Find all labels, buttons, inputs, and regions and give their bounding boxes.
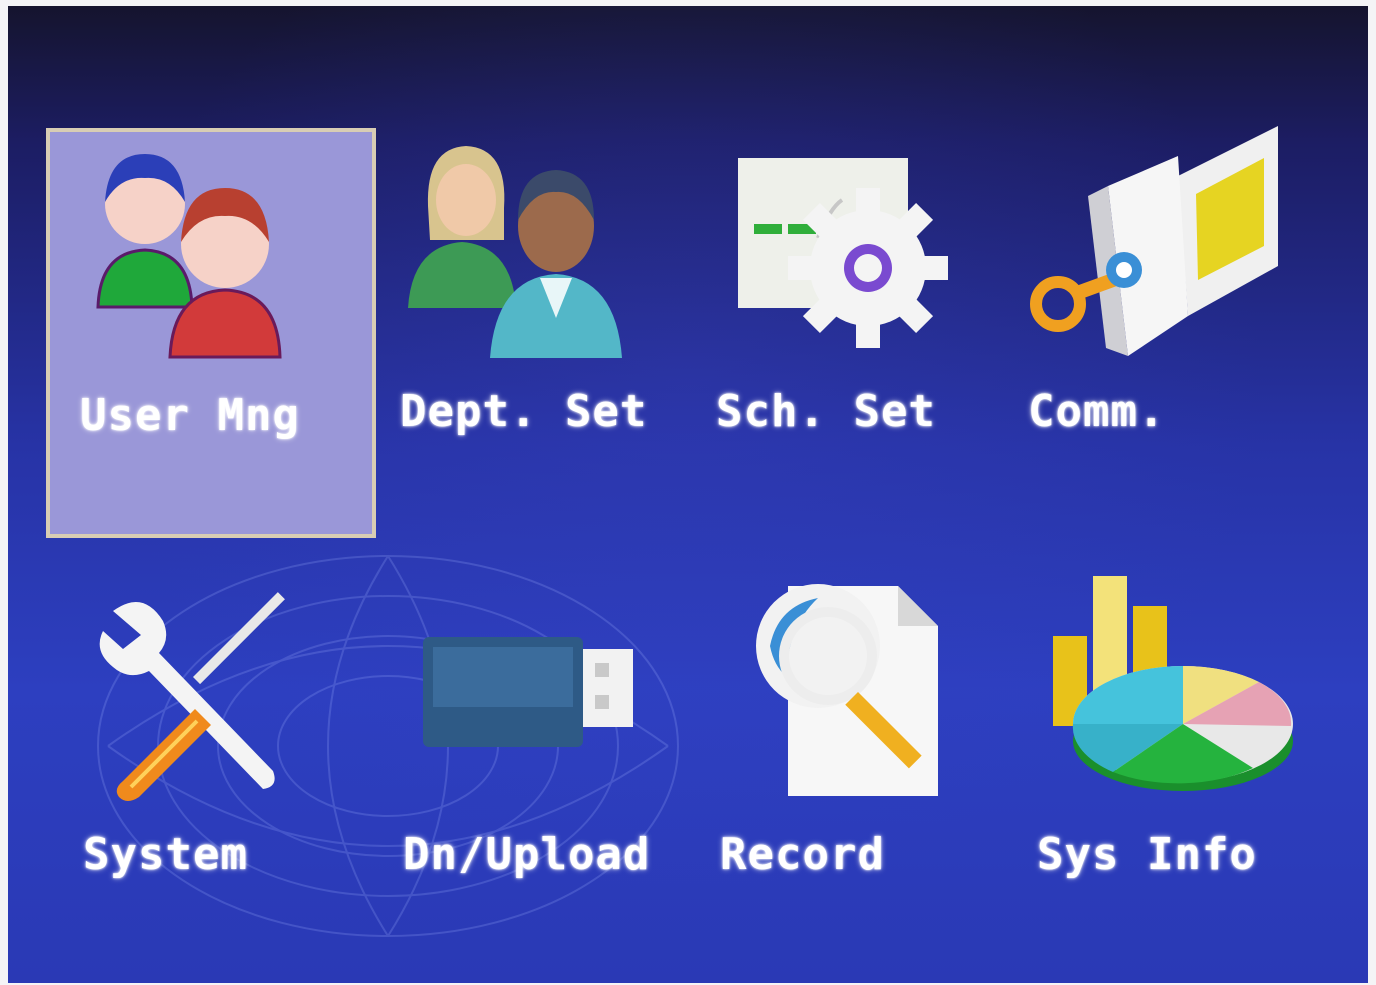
menu-item-user-mng[interactable]: User Mng (46, 128, 376, 538)
network-key-icon (1030, 126, 1278, 356)
wrench-screwdriver-icon (99, 592, 285, 801)
menu-item-dn-upload[interactable]: Dn/Upload (383, 591, 713, 983)
menu-item-label: Dept. Set (400, 386, 648, 437)
menu-item-comm[interactable]: Comm. (1008, 116, 1338, 526)
schedule-gear-icon (738, 158, 948, 348)
users-icon (96, 154, 282, 359)
menu-item-label: Sys Info (1037, 829, 1257, 880)
menu-item-record[interactable]: Record (698, 576, 1028, 983)
menu-item-sys-info[interactable]: Sys Info (1013, 566, 1343, 976)
menu-item-label: Sch. Set (716, 386, 936, 437)
menu-item-dept-set[interactable]: Dept. Set (380, 128, 710, 538)
menu-item-label: Dn/Upload (403, 829, 651, 880)
device-bezel: User Mng Dept. Set Sch. Set Comm. System… (0, 0, 1376, 985)
lcd-screen: User Mng Dept. Set Sch. Set Comm. System… (8, 6, 1368, 983)
chart-pie-icon (1053, 576, 1293, 791)
menu-item-label: Record (720, 829, 885, 880)
menu-item-label: User Mng (80, 390, 300, 441)
menu-item-sch-set[interactable]: Sch. Set (698, 128, 1028, 538)
menu-item-label: System (83, 829, 248, 880)
department-icon (408, 146, 622, 358)
record-search-icon (756, 584, 938, 796)
menu-item-system[interactable]: System (63, 591, 393, 983)
usb-drive-icon (423, 637, 633, 747)
menu-item-label: Comm. (1028, 386, 1166, 437)
